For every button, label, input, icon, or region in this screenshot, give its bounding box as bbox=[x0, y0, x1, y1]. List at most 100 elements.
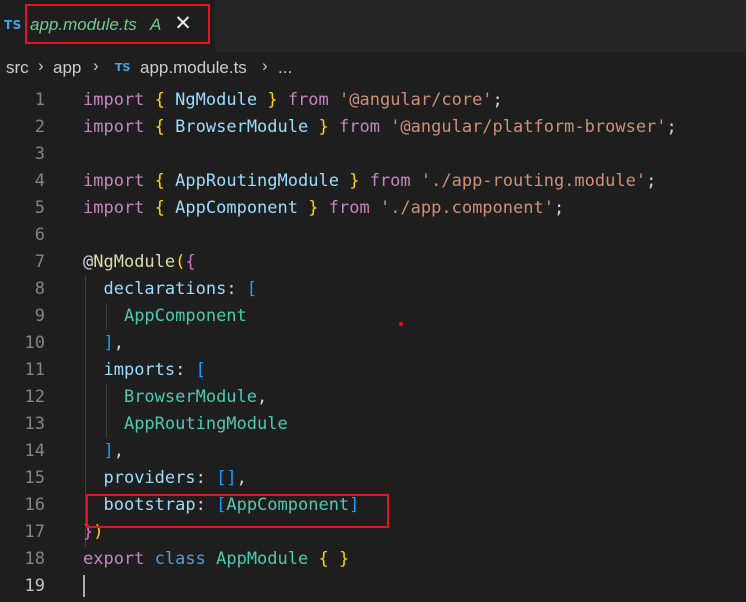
code-token: '@angular/platform-browser' bbox=[390, 117, 667, 137]
code-token: @ bbox=[83, 252, 94, 272]
code-token: from bbox=[328, 198, 370, 218]
code-token: } bbox=[318, 117, 329, 137]
code-token: AppRoutingModule bbox=[175, 171, 339, 191]
code-line[interactable]: 12 BrowserModule, bbox=[0, 384, 746, 411]
code-line[interactable]: 8 declarations: [ bbox=[0, 276, 746, 303]
code-line[interactable]: 15 providers: [], bbox=[0, 465, 746, 492]
code-token: BrowserModule bbox=[123, 387, 258, 407]
line-number: 11 bbox=[24, 360, 45, 380]
code-line[interactable]: 17}) bbox=[0, 519, 746, 546]
breadcrumb-item-file[interactable]: app.module.ts bbox=[140, 58, 247, 78]
code-text: bootstrap: [AppComponent] bbox=[83, 492, 359, 519]
line-number: 9 bbox=[34, 306, 45, 326]
code-line[interactable]: 16 bootstrap: [AppComponent] bbox=[0, 492, 746, 519]
code-token: [ bbox=[195, 360, 206, 380]
line-number: 5 bbox=[34, 198, 45, 218]
line-number: 13 bbox=[24, 414, 45, 434]
line-number: 1 bbox=[34, 90, 45, 110]
breadcrumb-item-app[interactable]: app bbox=[53, 58, 81, 78]
code-line[interactable]: 19 bbox=[0, 573, 746, 600]
code-line[interactable]: 4 import { AppRoutingModule } from './app… bbox=[0, 168, 746, 195]
code-token: declarations bbox=[103, 279, 227, 299]
typescript-file-icon: TS bbox=[115, 61, 131, 74]
line-number: 14 bbox=[24, 441, 45, 461]
code-token: providers bbox=[103, 468, 196, 488]
code-token: [ bbox=[216, 495, 227, 515]
code-line[interactable]: 13 AppRoutingModule bbox=[0, 411, 746, 438]
code-token: imports bbox=[103, 360, 176, 380]
code-token: import bbox=[83, 171, 145, 191]
code-token: from bbox=[369, 171, 411, 191]
code-token: ] bbox=[103, 333, 114, 353]
code-text: import { AppRoutingModule } from './app-… bbox=[83, 168, 656, 195]
line-number: 8 bbox=[34, 279, 45, 299]
line-number: 3 bbox=[34, 144, 45, 164]
code-token: AppComponent bbox=[123, 306, 247, 326]
editor-tab-app-module[interactable]: TS app.module.ts A ✕ bbox=[0, 0, 215, 52]
code-token: ( bbox=[175, 252, 186, 272]
code-text: @NgModule({ bbox=[83, 249, 196, 276]
code-token: AppComponent bbox=[175, 198, 298, 218]
tab-bar: TS app.module.ts A ✕ bbox=[0, 0, 746, 52]
code-token: , bbox=[113, 441, 124, 461]
code-token: from bbox=[338, 117, 380, 137]
code-token: { bbox=[154, 198, 165, 218]
line-number: 4 bbox=[34, 171, 45, 191]
chevron-right-icon: › bbox=[93, 56, 99, 75]
code-text: imports: [ bbox=[83, 357, 206, 384]
breadcrumb: src › app › TS app.module.ts › ... bbox=[0, 56, 746, 82]
code-token: } bbox=[308, 198, 319, 218]
close-icon[interactable]: ✕ bbox=[172, 11, 194, 35]
code-text: }) bbox=[83, 519, 104, 546]
code-text: AppComponent bbox=[83, 303, 247, 330]
code-line[interactable]: 11 imports: [ bbox=[0, 357, 746, 384]
code-line[interactable]: 9 AppComponent bbox=[0, 303, 746, 330]
code-line[interactable]: 6 bbox=[0, 222, 746, 249]
chevron-right-icon: › bbox=[38, 56, 44, 75]
line-number: 6 bbox=[34, 225, 45, 245]
breadcrumb-item-symbol[interactable]: ... bbox=[278, 58, 292, 78]
code-line[interactable]: 14 ], bbox=[0, 438, 746, 465]
code-line[interactable]: 10 ], bbox=[0, 330, 746, 357]
line-number: 10 bbox=[24, 333, 45, 353]
code-token: ] bbox=[103, 441, 114, 461]
code-line[interactable]: 2 import { BrowserModule } from '@angular… bbox=[0, 114, 746, 141]
code-editor[interactable]: 1 import { NgModule } from '@angular/core… bbox=[0, 84, 746, 602]
code-text: providers: [], bbox=[83, 465, 246, 492]
typescript-file-icon: TS bbox=[4, 18, 22, 32]
code-line[interactable]: 18 export class AppModule { } bbox=[0, 546, 746, 573]
annotation-dot bbox=[399, 322, 403, 326]
code-line[interactable]: 3 bbox=[0, 141, 746, 168]
code-token: ; bbox=[666, 117, 677, 137]
code-line[interactable]: 7 @NgModule({ bbox=[0, 249, 746, 276]
code-token: import bbox=[83, 117, 145, 137]
code-token: { bbox=[154, 117, 165, 137]
code-line[interactable]: 1 import { NgModule } from '@angular/core… bbox=[0, 87, 746, 114]
breadcrumb-item-src[interactable]: src bbox=[6, 58, 29, 78]
code-token: } bbox=[338, 549, 350, 569]
code-text: AppRoutingModule bbox=[83, 411, 288, 438]
code-token: import bbox=[83, 198, 145, 218]
code-token: AppModule bbox=[216, 549, 309, 569]
line-number: 2 bbox=[34, 117, 45, 137]
code-token: , bbox=[257, 387, 268, 407]
code-token: AppRoutingModule bbox=[123, 414, 288, 434]
code-text: ], bbox=[83, 438, 124, 465]
code-text: import { BrowserModule } from '@angular/… bbox=[83, 114, 677, 141]
code-line[interactable]: 5 import { AppComponent } from './app.com… bbox=[0, 195, 746, 222]
